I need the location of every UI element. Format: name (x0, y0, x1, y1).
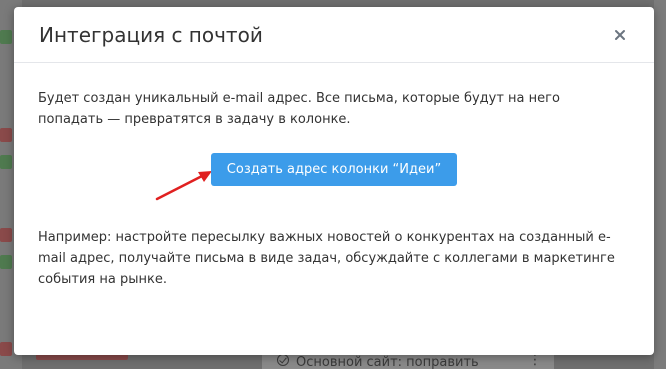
background-tag (0, 30, 12, 44)
close-button[interactable] (610, 25, 630, 45)
create-column-address-button[interactable]: Создать адрес колонки “Идеи” (211, 153, 457, 186)
modal-title: Интеграция с почтой (39, 23, 263, 47)
background-tag (0, 128, 12, 142)
background-card-title: Основной сайт: поправить (296, 355, 479, 369)
modal-header: Интеграция с почтой (14, 7, 654, 63)
background-right-column (654, 0, 666, 369)
background-tag (0, 342, 12, 356)
background-tag (0, 255, 12, 269)
checkmark-circle-icon (277, 354, 289, 366)
integration-description: Будет создан уникальный e-mail адрес. Вс… (38, 91, 560, 127)
background-tag (0, 155, 12, 169)
integration-example: Например: настройте пересылку важных нов… (38, 230, 615, 287)
email-integration-modal: Интеграция с почтой Будет создан уникаль… (14, 7, 654, 355)
close-icon (610, 25, 630, 45)
annotation-arrow-icon (154, 166, 214, 202)
background-tag (0, 228, 12, 242)
modal-body: Будет создан уникальный e-mail адрес. Вс… (14, 63, 654, 355)
